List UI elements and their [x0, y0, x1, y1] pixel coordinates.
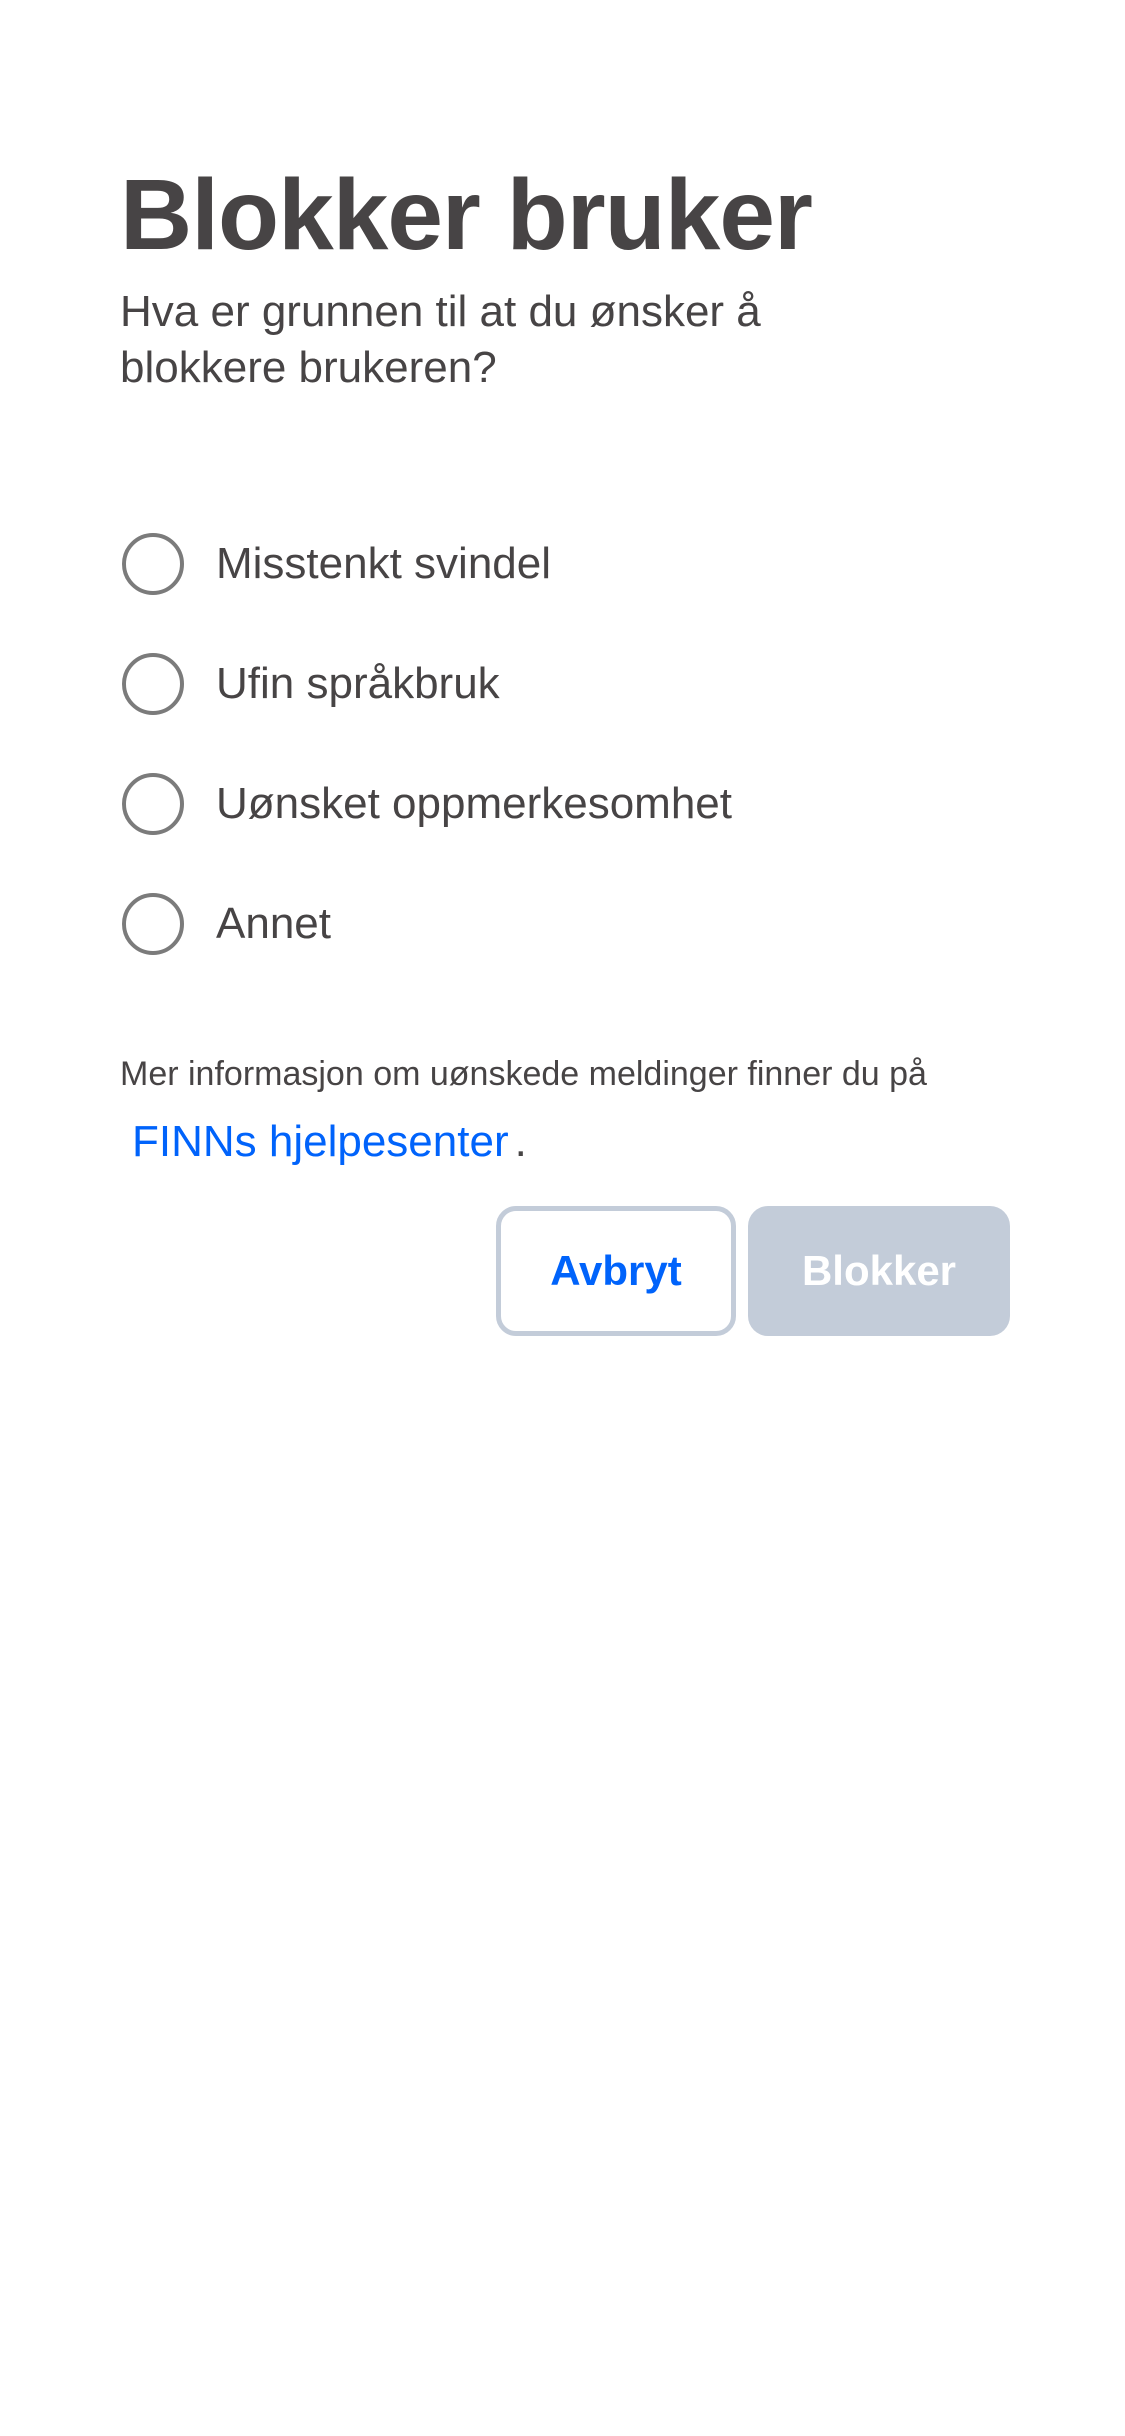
cancel-button[interactable]: Avbryt — [496, 1206, 736, 1336]
option-label: Ufin språkbruk — [216, 659, 500, 708]
help-center-link[interactable]: FINNs hjelpesenter — [132, 1117, 509, 1166]
radio-button[interactable] — [122, 533, 184, 595]
block-button[interactable]: Blokker — [748, 1206, 1010, 1336]
radio-button[interactable] — [122, 773, 184, 835]
radio-button[interactable] — [122, 653, 184, 715]
option-uonsket-oppmerksomhet[interactable]: Uønsket oppmerkesomhet — [120, 744, 1010, 864]
dialog-actions: Avbryt Blokker — [496, 1206, 1010, 1336]
option-misstenkt-svindel[interactable]: Misstenkt svindel — [120, 504, 1010, 624]
block-user-dialog: Blokker bruker Hva er grunnen til at du … — [120, 159, 1010, 1336]
radio-button[interactable] — [122, 893, 184, 955]
dialog-title: Blokker bruker — [120, 159, 813, 271]
dialog-subtitle: Hva er grunnen til at du ønsker å blokke… — [120, 287, 761, 392]
option-label: Misstenkt svindel — [216, 539, 552, 588]
option-annet[interactable]: Annet — [120, 864, 1010, 984]
info-text: Mer informasjon om uønskede meldinger fi… — [120, 1055, 927, 1093]
info-period: . — [514, 1117, 527, 1166]
option-label: Uønsket oppmerkesomhet — [216, 779, 732, 828]
info-link-line: FINNs hjelpesenter. — [120, 1114, 1010, 1170]
option-label: Annet — [216, 899, 331, 948]
reason-options: Misstenkt svindel Ufin språkbruk Uønsket… — [120, 504, 1010, 984]
option-ufin-sprakbruk[interactable]: Ufin språkbruk — [120, 624, 1010, 744]
